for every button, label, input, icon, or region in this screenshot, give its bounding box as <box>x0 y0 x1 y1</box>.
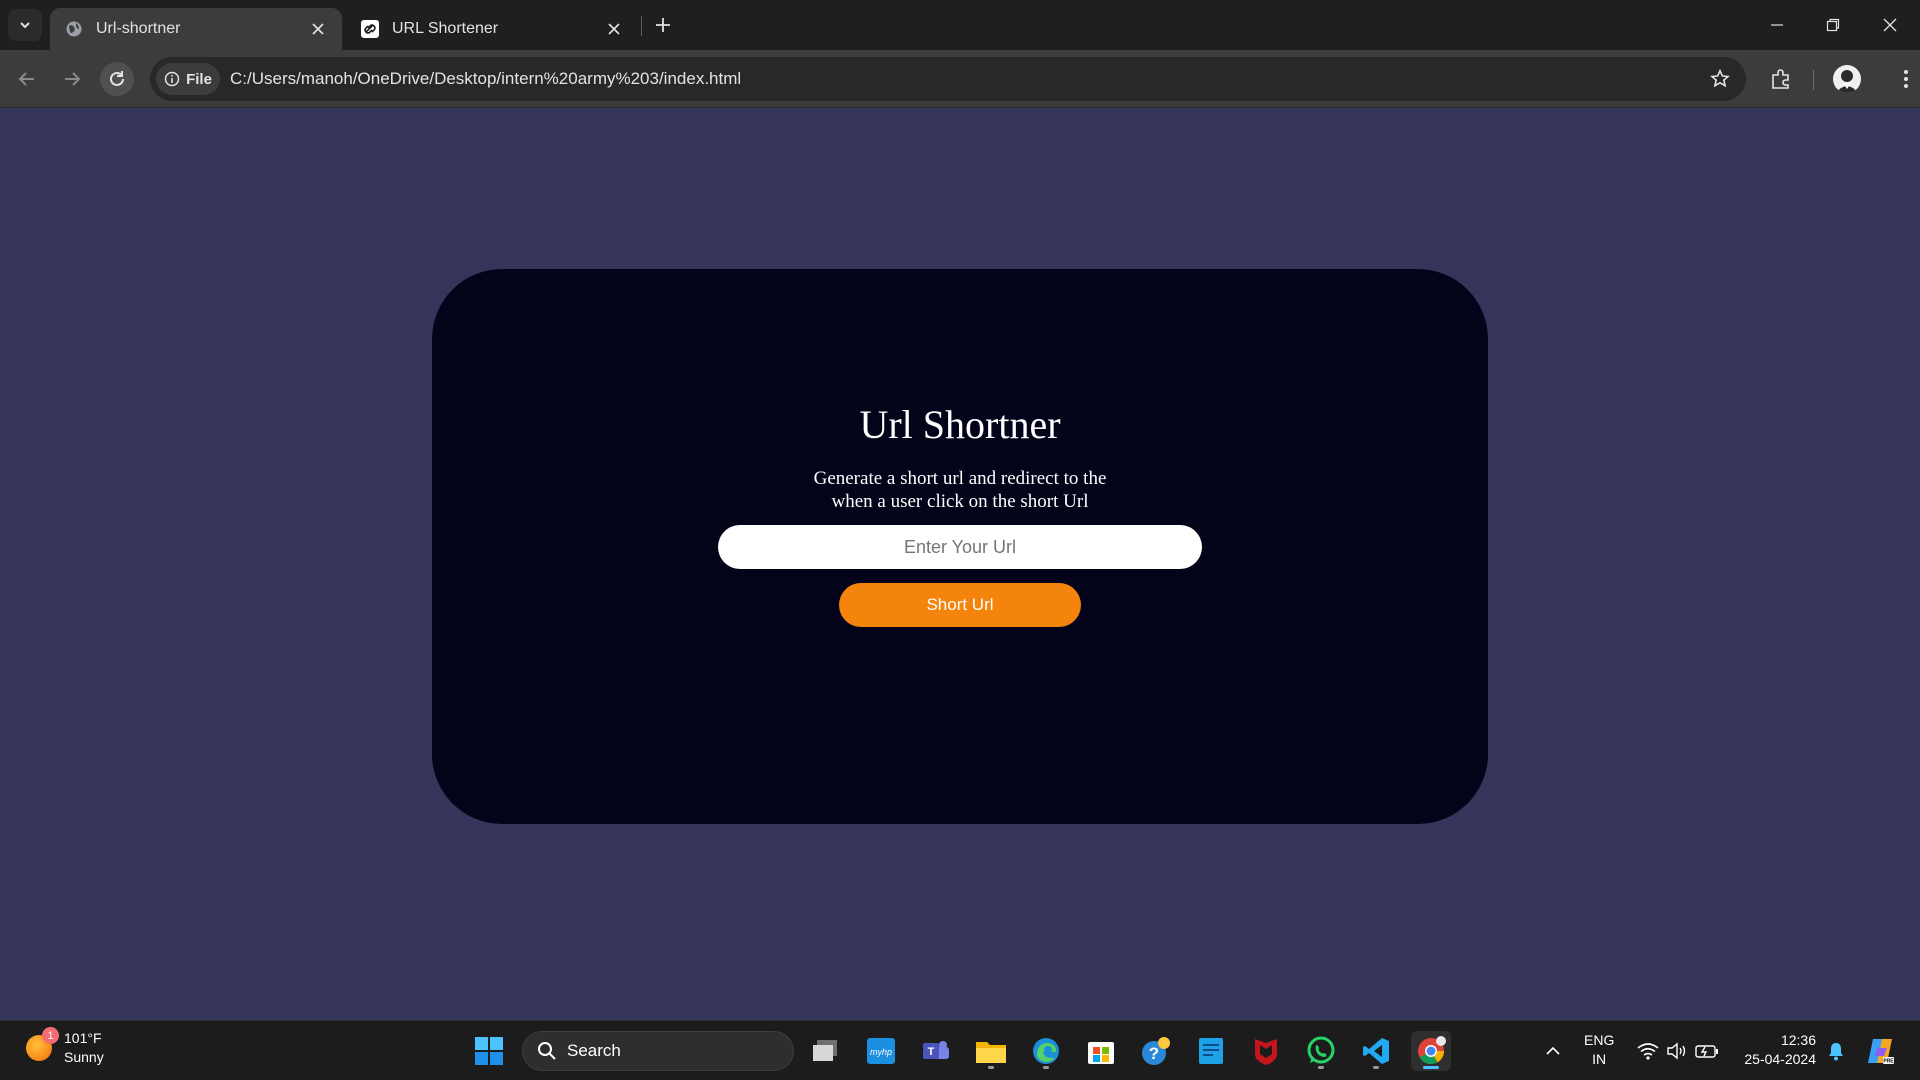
menu-dots-icon[interactable] <box>1891 64 1920 94</box>
globe-icon <box>64 19 84 39</box>
close-window-button[interactable] <box>1877 12 1903 38</box>
page-description: Generate a short url and redirect to the… <box>813 468 1107 512</box>
profile-avatar[interactable] <box>1833 65 1861 93</box>
toolbar-separator <box>1813 70 1814 90</box>
new-tab-button[interactable] <box>650 12 676 38</box>
start-icon[interactable] <box>469 1031 509 1071</box>
plus-icon <box>656 18 670 32</box>
wifi-icon[interactable] <box>1636 1039 1660 1063</box>
url-input[interactable] <box>718 525 1202 569</box>
tab-title: Url-shortner <box>96 20 181 37</box>
tab-title: URL Shortener <box>392 20 499 37</box>
search-label: Search <box>567 1041 621 1060</box>
extensions-icon[interactable] <box>1766 64 1796 94</box>
link-icon <box>360 19 380 39</box>
active-indicator <box>1423 1066 1439 1069</box>
site-info-chip[interactable]: File <box>156 63 220 95</box>
chevron-down-icon <box>20 22 30 29</box>
page-title: Url Shortner <box>859 402 1061 447</box>
tab-url-shortner[interactable]: Url-shortner <box>50 8 342 50</box>
restore-button[interactable] <box>1820 12 1846 38</box>
minimize-icon <box>1771 24 1783 26</box>
file-explorer-icon[interactable] <box>971 1031 1011 1071</box>
chevron-up-icon[interactable] <box>1541 1039 1565 1063</box>
mcafee-icon[interactable] <box>1246 1031 1286 1071</box>
taskbar-search[interactable]: Search <box>522 1031 794 1071</box>
svg-text:T: T <box>928 1046 935 1058</box>
whatsapp-icon[interactable] <box>1301 1031 1341 1071</box>
volume-icon[interactable] <box>1665 1039 1689 1063</box>
notepad-icon[interactable] <box>1191 1031 1231 1071</box>
bell-icon[interactable] <box>1824 1039 1848 1063</box>
forward-button[interactable] <box>55 62 89 96</box>
language-indicator[interactable]: ENG IN <box>1584 1031 1614 1069</box>
page-viewport: Url Shortner Generate a short url and re… <box>0 108 1920 1020</box>
store-icon[interactable] <box>1081 1031 1121 1071</box>
clock[interactable]: 12:36 25-04-2024 <box>1736 1031 1816 1069</box>
running-indicator <box>1373 1066 1379 1069</box>
svg-text:PRE: PRE <box>1883 1059 1894 1065</box>
restore-icon <box>1826 18 1840 32</box>
arrow-right-icon <box>65 72 81 86</box>
chip-label: File <box>186 70 212 88</box>
reload-button[interactable] <box>100 62 134 96</box>
browser-toolbar: File C:/Users/manoh/OneDrive/Desktop/int… <box>0 50 1920 108</box>
notification-badge: 1 <box>42 1027 59 1044</box>
minimize-button[interactable] <box>1764 12 1790 38</box>
url-text[interactable]: C:/Users/manoh/OneDrive/Desktop/intern%2… <box>230 69 741 89</box>
clock-date: 25-04-2024 <box>1744 1051 1816 1067</box>
profile-icon <box>1836 70 1858 93</box>
reload-icon <box>110 71 124 86</box>
close-icon[interactable] <box>604 19 624 39</box>
myhp-icon[interactable]: myhp <box>861 1031 901 1071</box>
weather-temperature: 101°F <box>64 1030 102 1046</box>
short-url-button[interactable]: Short Url <box>839 583 1081 627</box>
weather-condition: Sunny <box>64 1049 104 1065</box>
battery-icon[interactable] <box>1695 1039 1719 1063</box>
back-button[interactable] <box>10 62 44 96</box>
region-code: IN <box>1592 1051 1607 1067</box>
shortener-card: Url Shortner Generate a short url and re… <box>432 269 1488 824</box>
tab-url-shortener[interactable]: URL Shortener <box>346 8 638 50</box>
task-view-icon[interactable] <box>806 1031 846 1071</box>
svg-text:?: ? <box>1149 1044 1159 1063</box>
close-icon <box>1883 18 1897 32</box>
vscode-icon[interactable] <box>1356 1031 1396 1071</box>
tab-strip: Url-shortner URL Shortener <box>0 0 1920 50</box>
close-icon[interactable] <box>308 19 328 39</box>
search-icon <box>538 1042 556 1060</box>
tab-separator <box>641 16 642 36</box>
running-indicator <box>1318 1066 1324 1069</box>
weather-widget[interactable]: 1 101°F Sunny <box>26 1027 104 1067</box>
teams-icon[interactable]: T <box>916 1031 956 1071</box>
chrome-icon[interactable] <box>1411 1031 1451 1071</box>
running-indicator <box>1043 1066 1049 1069</box>
clock-time: 12:36 <box>1780 1032 1816 1048</box>
help-icon[interactable]: ? <box>1136 1031 1176 1071</box>
sun-icon: 1 <box>26 1027 59 1061</box>
language-code: ENG <box>1584 1032 1615 1048</box>
windows-taskbar: 1 101°F Sunny Search myhp T ? ENG IN 12:… <box>0 1020 1920 1080</box>
info-icon <box>164 71 180 87</box>
svg-text:myhp: myhp <box>870 1047 892 1057</box>
edge-icon[interactable] <box>1026 1031 1066 1071</box>
arrow-left-icon <box>18 72 34 86</box>
tab-search-button[interactable] <box>8 9 42 41</box>
running-indicator <box>988 1066 994 1069</box>
address-bar[interactable]: File C:/Users/manoh/OneDrive/Desktop/int… <box>150 57 1746 101</box>
bookmark-star-icon[interactable] <box>1708 67 1732 91</box>
copilot-icon[interactable]: PRE <box>1864 1035 1896 1067</box>
